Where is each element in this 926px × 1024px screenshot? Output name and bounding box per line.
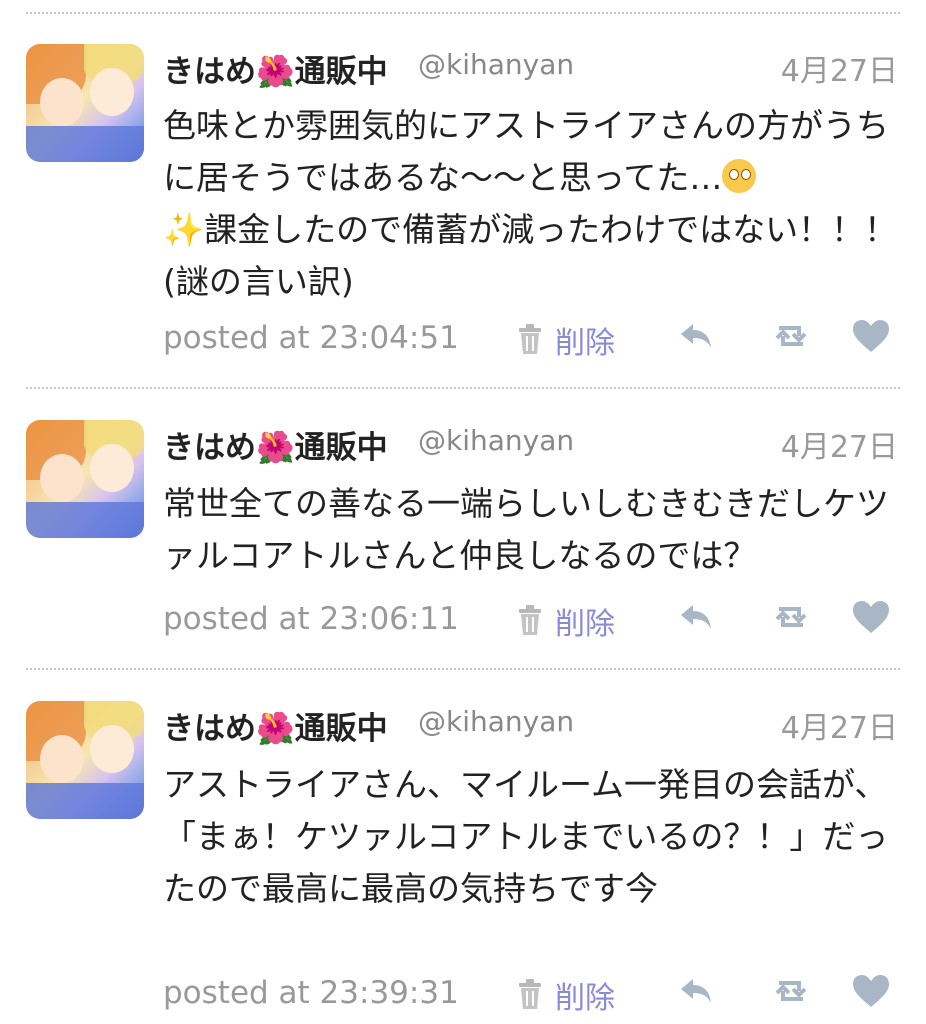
tweet-date[interactable]: 4月27日 — [781, 703, 898, 747]
tweet-text: 常世全ての善なる一端らしいしむきむきだしケツァルコアトルさんと仲良しなるのでは？ — [163, 484, 889, 575]
face-with-rolling-eyes-icon — [722, 159, 757, 193]
reply-icon[interactable] — [677, 973, 717, 1009]
separator — [26, 668, 900, 670]
top-separator — [26, 12, 900, 14]
tweet[interactable]: きはめ🌺通販中 @kihanyan 4月27日 アストライアさん、マイルーム一発… — [0, 701, 926, 1024]
heart-icon[interactable] — [851, 318, 891, 354]
avatar[interactable] — [26, 420, 144, 538]
trash-icon[interactable] — [517, 324, 543, 354]
sparkles-icon: ✨ — [163, 210, 205, 249]
retweet-icon[interactable] — [771, 318, 811, 354]
retweet-icon[interactable] — [771, 973, 811, 1009]
delete-button[interactable]: 削除 — [555, 973, 615, 1017]
trash-icon[interactable] — [517, 605, 543, 635]
avatar[interactable] — [26, 44, 144, 162]
tweet-header: きはめ🌺通販中 @kihanyan 4月27日 — [163, 703, 898, 747]
trash-icon[interactable] — [517, 979, 543, 1009]
tweet-meta: posted at 23:06:11 削除 — [163, 597, 898, 647]
posted-time: posted at 23:06:11 — [163, 601, 459, 637]
user-handle[interactable]: @kihanyan — [418, 48, 574, 81]
tweet-date[interactable]: 4月27日 — [781, 422, 898, 466]
tweet-date[interactable]: 4月27日 — [781, 46, 898, 90]
user-name[interactable]: きはめ🌺通販中 — [163, 422, 388, 467]
tweet-header: きはめ🌺通販中 @kihanyan 4月27日 — [163, 46, 898, 90]
heart-icon[interactable] — [851, 599, 891, 635]
avatar[interactable] — [26, 701, 144, 819]
tweet-text-part: 色味とか雰囲気的にアストライアさんの方がうちに居そうではあるな〜〜と思ってた… — [163, 106, 889, 197]
retweet-icon[interactable] — [771, 599, 811, 635]
reply-icon[interactable] — [677, 318, 717, 354]
tweet-meta: posted at 23:04:51 削除 — [163, 316, 898, 366]
tweet-text: アストライアさん、マイルーム一発目の会話が、「まぁ！ケツァルコアトルまでいるの？… — [163, 765, 889, 908]
tweet-meta: posted at 23:39:31 削除 — [163, 971, 898, 1021]
user-handle[interactable]: @kihanyan — [418, 424, 574, 457]
separator — [26, 387, 900, 389]
user-name[interactable]: きはめ🌺通販中 — [163, 46, 388, 91]
tweet-text: 色味とか雰囲気的にアストライアさんの方がうちに居そうではあるな〜〜と思ってた… ✨… — [163, 100, 903, 308]
reply-icon[interactable] — [677, 599, 717, 635]
tweet-header: きはめ🌺通販中 @kihanyan 4月27日 — [163, 422, 898, 466]
posted-time: posted at 23:39:31 — [163, 975, 459, 1011]
delete-button[interactable]: 削除 — [555, 599, 615, 643]
tweet-text-part: 課金したので備蓄が減ったわけではない！！！(謎の言い訳) — [163, 210, 898, 301]
posted-time: posted at 23:04:51 — [163, 320, 459, 356]
tweet[interactable]: きはめ🌺通販中 @kihanyan 4月27日 常世全ての善なる一端らしいしむき… — [0, 420, 926, 660]
user-name[interactable]: きはめ🌺通販中 — [163, 703, 388, 748]
heart-icon[interactable] — [851, 973, 891, 1009]
delete-button[interactable]: 削除 — [555, 318, 615, 362]
tweet[interactable]: きはめ🌺通販中 @kihanyan 4月27日 色味とか雰囲気的にアストライアさ… — [0, 44, 926, 374]
user-handle[interactable]: @kihanyan — [418, 705, 574, 738]
